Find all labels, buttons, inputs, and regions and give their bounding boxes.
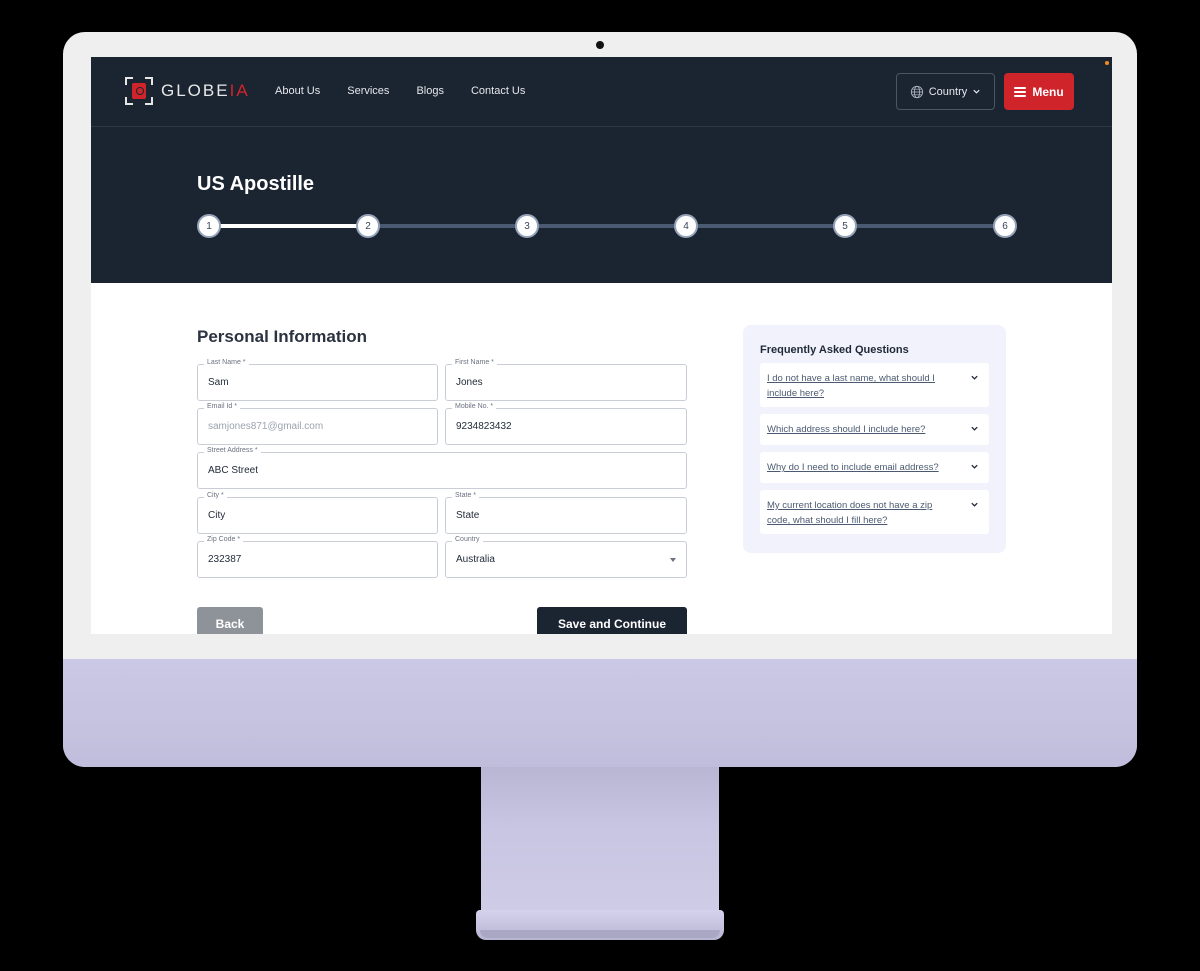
step-6[interactable]: 6 bbox=[993, 214, 1017, 238]
faq-item[interactable]: My current location does not have a zip … bbox=[760, 490, 989, 534]
monitor-foot-edge bbox=[480, 930, 720, 938]
faq-question[interactable]: I do not have a last name, what should I… bbox=[767, 371, 957, 401]
chevron-down-icon bbox=[971, 464, 978, 469]
street-address-label: Street Address * bbox=[204, 447, 261, 454]
page-title: US Apostille bbox=[197, 173, 315, 195]
save-continue-button[interactable]: Save and Continue bbox=[537, 607, 687, 634]
faq-panel: Frequently Asked Questions I do not have… bbox=[743, 325, 1006, 553]
nav-link-services[interactable]: Services bbox=[347, 85, 389, 97]
hero: US Apostille 1 2 3 4 5 6 bbox=[91, 127, 1112, 283]
country-select-label: Country bbox=[452, 536, 483, 543]
faq-item[interactable]: Why do I need to include email address? bbox=[760, 452, 989, 483]
faq-question[interactable]: My current location does not have a zip … bbox=[767, 498, 957, 528]
nav-links: About Us Services Blogs Contact Us bbox=[275, 85, 525, 97]
faq-question[interactable]: Why do I need to include email address? bbox=[767, 460, 957, 475]
monitor-chin bbox=[63, 659, 1137, 767]
notification-dot bbox=[1105, 61, 1109, 65]
faq-item[interactable]: Which address should I include here? bbox=[760, 414, 989, 445]
first-name-value: Jones bbox=[456, 377, 483, 388]
chevron-down-icon bbox=[971, 426, 978, 431]
screen: GLOBEIA About Us Services Blogs Contact … bbox=[91, 57, 1112, 634]
nav-link-blogs[interactable]: Blogs bbox=[416, 85, 444, 97]
email-field[interactable]: Email Id * samjones871@gmail.com bbox=[197, 403, 438, 445]
form-title: Personal Information bbox=[197, 327, 368, 346]
brand-name: GLOBEIA bbox=[161, 81, 250, 101]
back-button[interactable]: Back bbox=[197, 607, 263, 634]
step-3[interactable]: 3 bbox=[515, 214, 539, 238]
state-value: State bbox=[456, 510, 480, 521]
navbar: GLOBEIA About Us Services Blogs Contact … bbox=[91, 57, 1112, 127]
mobile-value: 9234823432 bbox=[456, 421, 512, 432]
zip-code-label: Zip Code * bbox=[204, 536, 244, 543]
monitor-stand bbox=[481, 767, 719, 915]
state-field[interactable]: State * State bbox=[445, 492, 687, 534]
menu-button[interactable]: Menu bbox=[1004, 73, 1074, 110]
street-address-value: ABC Street bbox=[208, 465, 259, 476]
menu-label: Menu bbox=[1032, 84, 1064, 99]
globe-icon bbox=[910, 85, 923, 98]
faq-question[interactable]: Which address should I include here? bbox=[767, 422, 957, 437]
state-label: State * bbox=[452, 492, 480, 499]
chevron-down-icon bbox=[971, 375, 978, 380]
city-label: City * bbox=[204, 492, 227, 499]
country-selector[interactable]: Country bbox=[896, 73, 995, 110]
mobile-field[interactable]: Mobile No. * 9234823432 bbox=[445, 403, 687, 445]
brand-name-main: GLOBE bbox=[161, 81, 230, 100]
progress-stepper: 1 2 3 4 5 6 bbox=[197, 214, 1017, 238]
zip-code-field[interactable]: Zip Code * 232387 bbox=[197, 536, 438, 578]
brand-name-accent: IA bbox=[229, 81, 250, 100]
caret-down-icon bbox=[670, 558, 676, 562]
city-value: City bbox=[208, 510, 226, 521]
logo-mark-icon bbox=[125, 77, 153, 105]
hamburger-icon bbox=[1014, 86, 1027, 97]
last-name-value: Sam bbox=[208, 377, 229, 388]
step-2[interactable]: 2 bbox=[356, 214, 380, 238]
nav-link-about[interactable]: About Us bbox=[275, 85, 320, 97]
last-name-label: Last Name * bbox=[204, 359, 249, 366]
chevron-down-icon bbox=[971, 502, 978, 507]
step-4[interactable]: 4 bbox=[674, 214, 698, 238]
faq-item[interactable]: I do not have a last name, what should I… bbox=[760, 363, 989, 407]
content: Personal Information Last Name * Sam Fir… bbox=[91, 283, 1112, 634]
zip-code-value: 232387 bbox=[208, 554, 242, 565]
brand-logo[interactable]: GLOBEIA bbox=[125, 77, 250, 105]
first-name-label: First Name * bbox=[452, 359, 497, 366]
last-name-field[interactable]: Last Name * Sam bbox=[197, 359, 438, 401]
country-label: Country bbox=[928, 85, 968, 98]
nav-link-contact[interactable]: Contact Us bbox=[471, 85, 525, 97]
camera-icon bbox=[596, 41, 604, 49]
email-value: samjones871@gmail.com bbox=[208, 421, 324, 432]
stepper-track-complete bbox=[209, 224, 369, 228]
email-label: Email Id * bbox=[204, 403, 240, 410]
city-field[interactable]: City * City bbox=[197, 492, 438, 534]
mobile-label: Mobile No. * bbox=[452, 403, 497, 410]
street-address-field[interactable]: Street Address * ABC Street bbox=[197, 447, 687, 489]
stage: GLOBEIA About Us Services Blogs Contact … bbox=[0, 0, 1200, 971]
chevron-down-icon bbox=[973, 89, 980, 94]
step-5[interactable]: 5 bbox=[833, 214, 857, 238]
country-select[interactable]: Country Australia bbox=[445, 536, 687, 578]
faq-title: Frequently Asked Questions bbox=[760, 344, 909, 356]
country-select-value: Australia bbox=[456, 554, 495, 565]
first-name-field[interactable]: First Name * Jones bbox=[445, 359, 687, 401]
step-1[interactable]: 1 bbox=[197, 214, 221, 238]
